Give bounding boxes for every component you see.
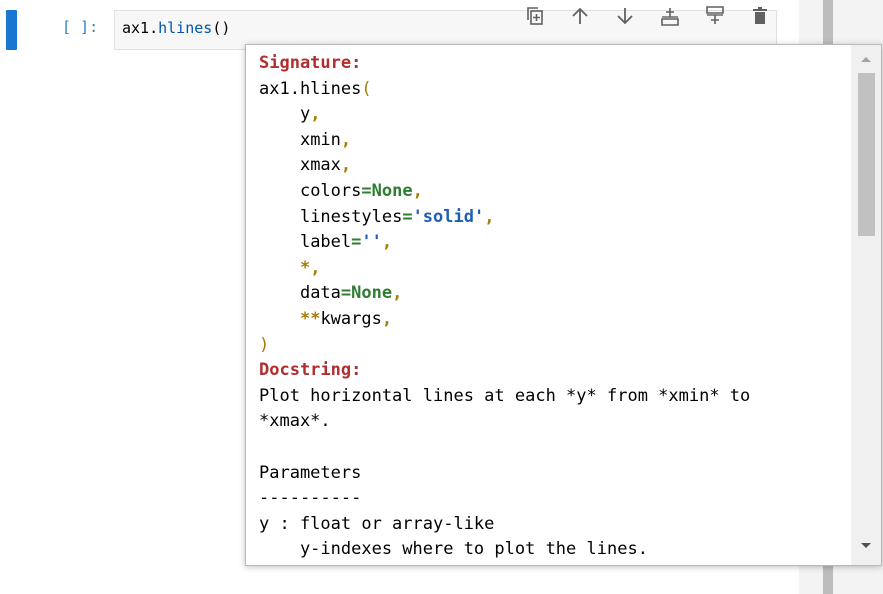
- param-kwargs: **kwargs,: [299, 308, 393, 329]
- doc-line: [259, 435, 849, 461]
- doc-line: Parameters: [259, 462, 362, 483]
- insert-above-icon: [660, 8, 679, 26]
- cell-prompt: [ ]:: [62, 18, 99, 36]
- signature-tooltip: Signature: ax1.hlines( y, xmin, xmax, col…: [245, 44, 882, 566]
- doc-line: ----------: [259, 488, 362, 509]
- param-linestyles: linestyles='solid',: [299, 206, 495, 227]
- cell-toolbar: [512, 2, 782, 30]
- move-down-button[interactable]: [602, 2, 647, 30]
- move-down-icon: [616, 8, 633, 25]
- doc-line: *xmax*.: [259, 411, 331, 432]
- doc-line: y : float or array-like: [259, 513, 495, 534]
- param-xmin: xmin,: [299, 129, 352, 150]
- code-line[interactable]: ax1.hlines(): [122, 19, 230, 37]
- docstring-header: Docstring:: [259, 360, 362, 381]
- insert-above-button[interactable]: [647, 2, 692, 30]
- param-star: *,: [299, 257, 321, 278]
- duplicate-cell-icon: [526, 7, 543, 25]
- code-attribute: hlines: [158, 19, 213, 37]
- tooltip-scroll-thumb[interactable]: [858, 73, 875, 236]
- param-xmax: xmax,: [299, 155, 352, 176]
- move-up-button[interactable]: [557, 2, 602, 30]
- code-object: ax1: [122, 19, 150, 37]
- code-parens: (): [212, 19, 231, 37]
- doc-line: y-indexes where to plot the lines.: [259, 539, 648, 560]
- duplicate-cell-button[interactable]: [512, 2, 557, 30]
- active-cell-indicator: [6, 10, 17, 50]
- signature-close-paren: ): [259, 334, 270, 355]
- doc-line: Plot horizontal lines at each *y* from *…: [259, 385, 751, 406]
- param-label: label='',: [299, 232, 393, 253]
- delete-icon: [752, 7, 767, 24]
- code-dot: .: [149, 19, 159, 37]
- scroll-down-arrow-icon[interactable]: [861, 543, 871, 548]
- insert-below-icon: [705, 6, 724, 24]
- tooltip-content: Signature: ax1.hlines( y, xmin, xmax, col…: [259, 51, 849, 563]
- param-colors: colors=None,: [299, 180, 423, 201]
- signature-call: ax1.hlines(: [259, 78, 372, 99]
- signature-header: Signature:: [259, 53, 362, 73]
- param-data: data=None,: [299, 283, 403, 304]
- delete-cell-button[interactable]: [737, 2, 782, 30]
- tooltip-scrollbar[interactable]: [851, 45, 881, 565]
- param-y: y,: [299, 104, 321, 125]
- move-up-icon: [571, 7, 588, 24]
- scroll-up-arrow-icon[interactable]: [861, 57, 871, 62]
- insert-below-button[interactable]: [692, 2, 737, 30]
